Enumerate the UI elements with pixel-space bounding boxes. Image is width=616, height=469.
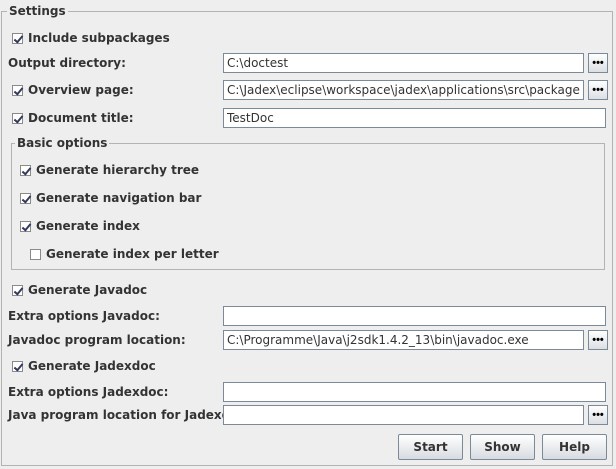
javadoc-settings-panel: Settings Include subpackages Output dire… [0, 0, 616, 469]
checkbox-checked-icon [12, 84, 23, 96]
ellipsis-icon: ••• [592, 84, 604, 96]
generate-navigation-bar-checkbox[interactable]: Generate navigation bar [20, 188, 201, 208]
java-program-location-label: Java program location for Jadexdoc: [8, 408, 251, 422]
generate-javadoc-label: Generate Javadoc [28, 283, 148, 297]
generate-jadexdoc-label: Generate Jadexdoc [28, 359, 156, 373]
checkbox-unchecked-icon [30, 248, 41, 260]
output-directory-label: Output directory: [8, 56, 126, 70]
checkbox-checked-icon [20, 220, 31, 232]
generate-index-per-letter-checkbox[interactable]: Generate index per letter [30, 244, 219, 264]
generate-hierarchy-tree-label: Generate hierarchy tree [36, 163, 200, 177]
overview-page-browse-button[interactable]: ••• [588, 80, 608, 100]
generate-javadoc-checkbox[interactable]: Generate Javadoc [12, 280, 147, 300]
checkbox-checked-icon [20, 164, 31, 176]
include-subpackages-checkbox[interactable]: Include subpackages [12, 28, 170, 48]
javadoc-program-location-input[interactable] [223, 330, 584, 350]
overview-page-checkbox[interactable]: Overview page: [12, 80, 134, 100]
document-title-label: Document title: [28, 111, 134, 125]
javadoc-program-location-label: Javadoc program location: [8, 333, 186, 347]
checkbox-checked-icon [12, 112, 23, 124]
generate-index-label: Generate index [36, 219, 140, 233]
extra-options-jadexdoc-input[interactable] [223, 382, 606, 402]
ellipsis-icon: ••• [592, 409, 604, 421]
javadoc-program-location-browse-button[interactable]: ••• [588, 330, 608, 350]
extra-options-javadoc-input[interactable] [223, 306, 606, 326]
java-program-location-input[interactable] [223, 405, 584, 425]
include-subpackages-label: Include subpackages [28, 31, 170, 45]
checkbox-checked-icon [12, 32, 23, 44]
checkbox-checked-icon [12, 284, 23, 296]
generate-index-checkbox[interactable]: Generate index [20, 216, 140, 236]
output-directory-input[interactable] [223, 53, 584, 73]
show-button[interactable]: Show [470, 434, 535, 460]
generate-navigation-bar-label: Generate navigation bar [36, 191, 202, 205]
settings-legend: Settings [7, 4, 68, 18]
ellipsis-icon: ••• [592, 57, 604, 69]
overview-page-label: Overview page: [28, 83, 134, 97]
help-button[interactable]: Help [542, 434, 607, 460]
ellipsis-icon: ••• [592, 334, 604, 346]
basic-options-legend: Basic options [15, 136, 110, 150]
checkbox-checked-icon [12, 360, 23, 372]
document-title-checkbox[interactable]: Document title: [12, 108, 134, 128]
document-title-input[interactable] [223, 108, 606, 128]
checkbox-checked-icon [20, 192, 31, 204]
extra-options-javadoc-label: Extra options Javadoc: [8, 309, 160, 323]
overview-page-input[interactable] [223, 80, 584, 100]
output-directory-browse-button[interactable]: ••• [588, 53, 608, 73]
extra-options-jadexdoc-label: Extra options Jadexdoc: [8, 385, 169, 399]
generate-hierarchy-tree-checkbox[interactable]: Generate hierarchy tree [20, 160, 199, 180]
generate-index-per-letter-label: Generate index per letter [46, 247, 219, 261]
java-program-location-browse-button[interactable]: ••• [588, 405, 608, 425]
start-button[interactable]: Start [398, 434, 463, 460]
generate-jadexdoc-checkbox[interactable]: Generate Jadexdoc [12, 356, 156, 376]
